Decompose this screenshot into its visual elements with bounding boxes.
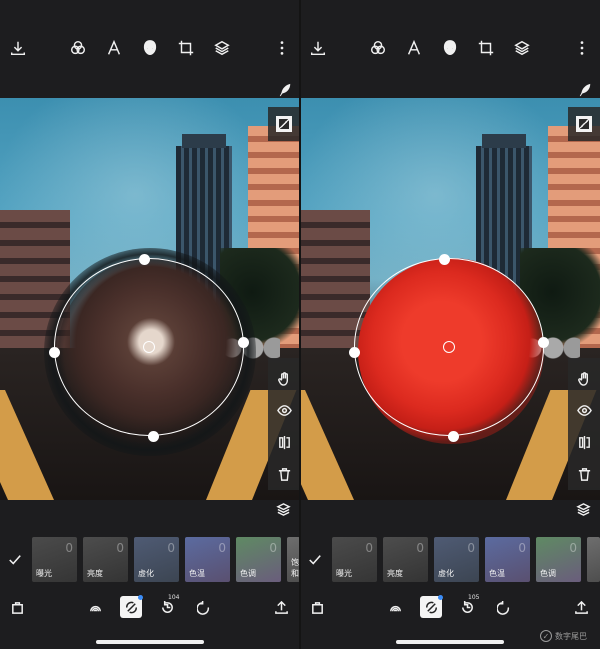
photo-canvas[interactable]: [0, 98, 300, 500]
panel-divider: [299, 0, 301, 649]
brush-handle-left[interactable]: [349, 347, 360, 358]
tile-exposure[interactable]: 0 曝光: [332, 537, 377, 582]
brush-handle-bottom[interactable]: [148, 431, 159, 442]
download-icon[interactable]: [8, 38, 28, 58]
bottom-toolbar: 104: [0, 594, 300, 620]
tile-saturation[interactable]: [587, 537, 600, 582]
brush-handle-right[interactable]: [238, 337, 249, 348]
editor-panel-right: 0 曝光 0 亮度 0 虚化 0 色温 0 色调 105: [300, 0, 600, 649]
mask-icon: [276, 116, 292, 132]
active-indicator-dot: [138, 595, 143, 600]
bag-icon[interactable]: [8, 598, 26, 616]
confirm-icon[interactable]: [308, 552, 324, 568]
adjustment-strip: 0 曝光 0 亮度 0 虚化 0 色温 0 色调: [332, 537, 600, 583]
crop-icon[interactable]: [476, 38, 496, 58]
tile-brightness[interactable]: 0 亮度: [83, 537, 128, 582]
tile-blur[interactable]: 0 虚化: [134, 537, 179, 582]
active-indicator-dot: [438, 595, 443, 600]
tile-brightness[interactable]: 0 亮度: [383, 537, 428, 582]
bag-icon[interactable]: [308, 598, 326, 616]
delete-icon[interactable]: [276, 466, 292, 482]
tile-temperature[interactable]: 0 色温: [185, 537, 230, 582]
brush-center-handle[interactable]: [143, 341, 155, 353]
download-icon[interactable]: [308, 38, 328, 58]
brush-face-icon[interactable]: [440, 38, 460, 58]
delete-icon[interactable]: [576, 466, 592, 482]
tile-temperature[interactable]: 0 色温: [485, 537, 530, 582]
history-count: 104: [168, 594, 180, 601]
watermark: ✓ 数字尾巴: [540, 628, 600, 644]
filters-icon[interactable]: [368, 38, 388, 58]
layers-icon[interactable]: [212, 38, 232, 58]
mask-icon: [576, 116, 592, 132]
more-icon[interactable]: [572, 38, 592, 58]
eraser-icon[interactable]: [120, 595, 143, 618]
layers-panel-icon[interactable]: [276, 502, 292, 518]
home-indicator[interactable]: [96, 640, 204, 644]
mask-toggle-button[interactable]: [268, 107, 300, 141]
layers-icon[interactable]: [512, 38, 532, 58]
history-icon[interactable]: 104: [158, 594, 179, 616]
brush-center-handle[interactable]: [443, 341, 455, 353]
adjustment-strip: 0 曝光 0 亮度 0 虚化 0 色温 0 色调 饱和: [32, 537, 300, 583]
eye-icon[interactable]: [276, 402, 292, 418]
eraser-icon[interactable]: [420, 595, 443, 618]
brush-handle-top[interactable]: [139, 254, 150, 265]
filters-icon[interactable]: [68, 38, 88, 58]
confirm-icon[interactable]: [8, 552, 24, 568]
feather-icon[interactable]: [278, 82, 292, 97]
home-indicator[interactable]: [396, 640, 504, 644]
layers-panel-icon[interactable]: [576, 502, 592, 518]
compare-icon[interactable]: [276, 434, 292, 450]
tile-blur[interactable]: 0 虚化: [434, 537, 479, 582]
tool-rail: [268, 358, 300, 490]
editor-panel-left: 0 曝光 0 亮度 0 虚化 0 色温 0 色调 饱和 104: [0, 0, 300, 649]
share-icon[interactable]: [272, 598, 290, 616]
hand-icon[interactable]: [276, 370, 292, 386]
undo-icon[interactable]: [195, 598, 213, 616]
swirl-icon[interactable]: [86, 598, 104, 616]
text-icon[interactable]: [404, 38, 424, 58]
compare-icon[interactable]: [576, 434, 592, 450]
history-count: 105: [468, 594, 480, 601]
tile-exposure[interactable]: 0 曝光: [32, 537, 77, 582]
brush-handle-bottom[interactable]: [448, 431, 459, 442]
feather-icon[interactable]: [578, 82, 592, 97]
brush-handle-top[interactable]: [439, 254, 450, 265]
bottom-toolbar: 105: [300, 594, 600, 620]
undo-icon[interactable]: [495, 598, 513, 616]
photo-canvas[interactable]: [300, 98, 600, 500]
top-toolbar: [0, 28, 300, 72]
swirl-icon[interactable]: [386, 598, 404, 616]
brush-handle-left[interactable]: [49, 347, 60, 358]
brush-face-icon[interactable]: [140, 38, 160, 58]
history-icon[interactable]: 105: [458, 594, 479, 616]
top-toolbar: [300, 28, 600, 72]
share-icon[interactable]: [572, 598, 590, 616]
eye-icon[interactable]: [576, 402, 592, 418]
tile-tint[interactable]: 0 色调: [536, 537, 581, 582]
crop-icon[interactable]: [176, 38, 196, 58]
watermark-logo-icon: ✓: [540, 630, 552, 642]
brush-handle-right[interactable]: [538, 337, 549, 348]
text-icon[interactable]: [104, 38, 124, 58]
tile-tint[interactable]: 0 色调: [236, 537, 281, 582]
hand-icon[interactable]: [576, 370, 592, 386]
tool-rail: [568, 358, 600, 490]
more-icon[interactable]: [272, 38, 292, 58]
mask-toggle-button[interactable]: [568, 107, 600, 141]
